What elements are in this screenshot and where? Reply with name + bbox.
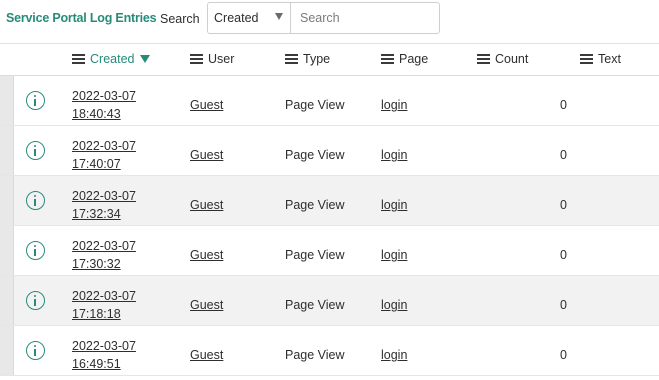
info-icon[interactable] bbox=[26, 91, 45, 110]
info-icon[interactable] bbox=[26, 191, 45, 210]
column-menu-icon[interactable] bbox=[580, 54, 593, 64]
created-time: 18:40:43 bbox=[72, 107, 121, 121]
page-link[interactable]: login bbox=[381, 248, 407, 262]
column-header-label: Text bbox=[598, 52, 621, 66]
count-cell: 0 bbox=[560, 348, 567, 362]
user-link[interactable]: Guest bbox=[190, 348, 223, 362]
created-link[interactable]: 2022-03-07 16:49:51 bbox=[72, 337, 136, 373]
info-icon[interactable] bbox=[26, 241, 45, 260]
search-field-select[interactable]: Created bbox=[207, 2, 291, 34]
created-link[interactable]: 2022-03-07 17:32:34 bbox=[72, 187, 136, 223]
column-header-label: Count bbox=[495, 52, 529, 66]
list-header-bar: Service Portal Log Entries Search Create… bbox=[0, 0, 659, 40]
type-cell: Page View bbox=[285, 148, 345, 162]
created-date: 2022-03-07 bbox=[72, 89, 136, 103]
chevron-down-icon bbox=[275, 13, 283, 20]
type-cell: Page View bbox=[285, 198, 345, 212]
page-link[interactable]: login bbox=[381, 348, 407, 362]
type-cell: Page View bbox=[285, 98, 345, 112]
search-input[interactable] bbox=[290, 2, 440, 34]
count-cell: 0 bbox=[560, 98, 567, 112]
page-link[interactable]: login bbox=[381, 148, 407, 162]
table-row: 2022-03-07 17:30:32 Guest Page View logi… bbox=[0, 226, 659, 276]
created-date: 2022-03-07 bbox=[72, 239, 136, 253]
created-link[interactable]: 2022-03-07 17:40:07 bbox=[72, 137, 136, 173]
created-date: 2022-03-07 bbox=[72, 139, 136, 153]
created-time: 17:30:32 bbox=[72, 257, 121, 271]
list-title[interactable]: Service Portal Log Entries bbox=[6, 11, 157, 25]
column-header-created[interactable]: Created bbox=[72, 52, 151, 66]
count-cell: 0 bbox=[560, 298, 567, 312]
search-label: Search bbox=[160, 12, 200, 26]
created-link[interactable]: 2022-03-07 18:40:43 bbox=[72, 87, 136, 123]
column-header-label: Created bbox=[90, 52, 135, 66]
created-time: 16:49:51 bbox=[72, 357, 121, 371]
user-link[interactable]: Guest bbox=[190, 98, 223, 112]
column-menu-icon[interactable] bbox=[190, 54, 203, 64]
user-link[interactable]: Guest bbox=[190, 148, 223, 162]
column-menu-icon[interactable] bbox=[72, 54, 85, 64]
search-field-value: Created bbox=[214, 11, 259, 25]
column-header-type[interactable]: Type bbox=[285, 52, 330, 66]
created-date: 2022-03-07 bbox=[72, 189, 136, 203]
user-link[interactable]: Guest bbox=[190, 298, 223, 312]
table-header: Created User Type Page Count Text bbox=[0, 43, 659, 76]
type-cell: Page View bbox=[285, 248, 345, 262]
count-cell: 0 bbox=[560, 148, 567, 162]
created-date: 2022-03-07 bbox=[72, 339, 136, 353]
column-header-count[interactable]: Count bbox=[477, 52, 528, 66]
column-menu-icon[interactable] bbox=[477, 54, 490, 64]
created-time: 17:18:18 bbox=[72, 307, 121, 321]
page-link[interactable]: login bbox=[381, 198, 407, 212]
column-header-label: Type bbox=[303, 52, 331, 66]
count-cell: 0 bbox=[560, 248, 567, 262]
row-gutter bbox=[0, 326, 14, 375]
row-gutter bbox=[0, 126, 14, 175]
type-cell: Page View bbox=[285, 348, 345, 362]
table-row: 2022-03-07 16:49:51 Guest Page View logi… bbox=[0, 326, 659, 376]
type-cell: Page View bbox=[285, 298, 345, 312]
column-header-page[interactable]: Page bbox=[381, 52, 428, 66]
row-gutter bbox=[0, 276, 14, 325]
column-header-text[interactable]: Text bbox=[580, 52, 621, 66]
table-row: 2022-03-07 17:40:07 Guest Page View logi… bbox=[0, 126, 659, 176]
sort-descending-icon bbox=[140, 55, 151, 63]
info-icon[interactable] bbox=[26, 341, 45, 360]
column-header-label: Page bbox=[399, 52, 429, 66]
user-link[interactable]: Guest bbox=[190, 198, 223, 212]
page-link[interactable]: login bbox=[381, 298, 407, 312]
column-menu-icon[interactable] bbox=[381, 54, 394, 64]
info-icon[interactable] bbox=[26, 141, 45, 160]
row-gutter bbox=[0, 176, 14, 225]
column-menu-icon[interactable] bbox=[285, 54, 298, 64]
created-link[interactable]: 2022-03-07 17:30:32 bbox=[72, 237, 136, 273]
info-icon[interactable] bbox=[26, 291, 45, 310]
row-gutter bbox=[0, 226, 14, 275]
created-date: 2022-03-07 bbox=[72, 289, 136, 303]
user-link[interactable]: Guest bbox=[190, 248, 223, 262]
created-time: 17:40:07 bbox=[72, 157, 121, 171]
count-cell: 0 bbox=[560, 198, 567, 212]
column-header-label: User bbox=[208, 52, 235, 66]
column-header-user[interactable]: User bbox=[190, 52, 234, 66]
page-link[interactable]: login bbox=[381, 98, 407, 112]
table-row: 2022-03-07 18:40:43 Guest Page View logi… bbox=[0, 76, 659, 126]
created-link[interactable]: 2022-03-07 17:18:18 bbox=[72, 287, 136, 323]
table-row: 2022-03-07 17:18:18 Guest Page View logi… bbox=[0, 276, 659, 326]
row-gutter bbox=[0, 76, 14, 125]
created-time: 17:32:34 bbox=[72, 207, 121, 221]
table-row: 2022-03-07 17:32:34 Guest Page View logi… bbox=[0, 176, 659, 226]
